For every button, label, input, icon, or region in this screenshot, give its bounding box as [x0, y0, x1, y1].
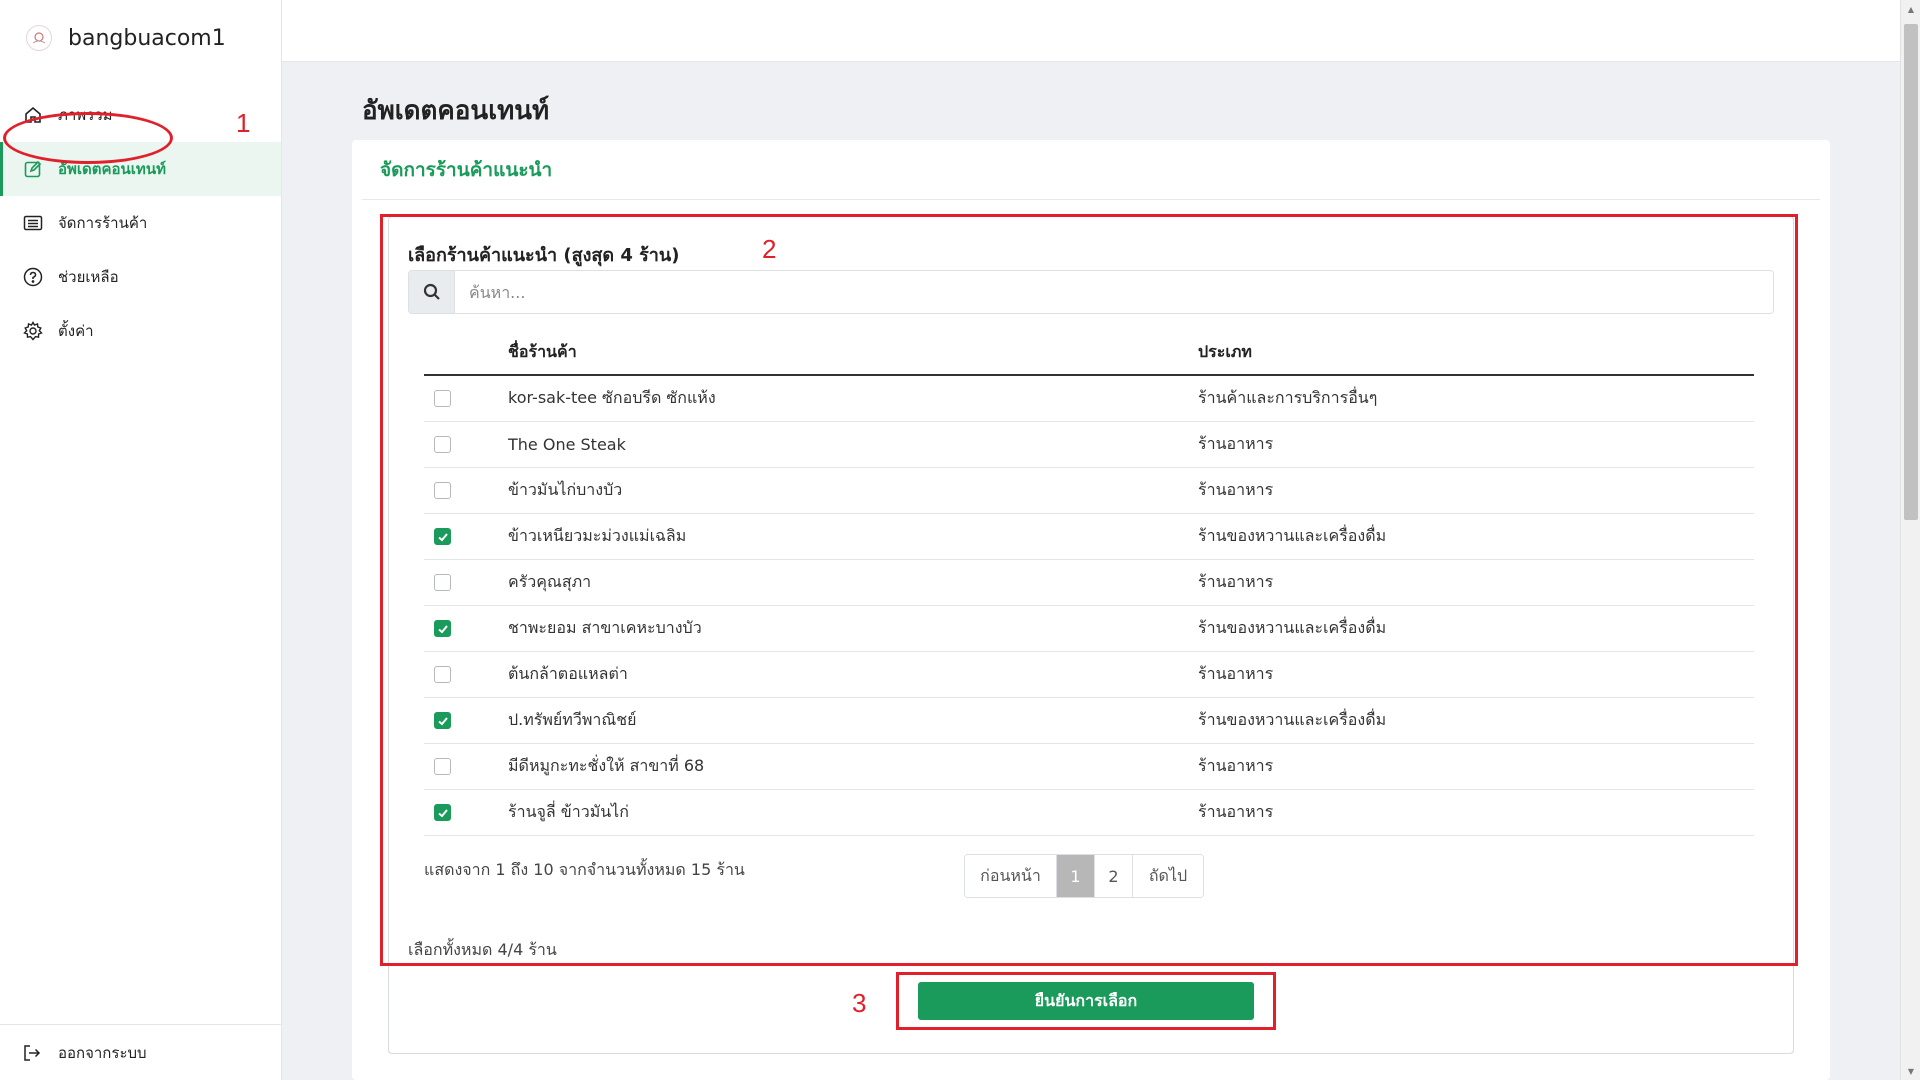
- brand-name: bangbuacom1: [68, 25, 226, 51]
- annotation-step-3: 3: [852, 988, 867, 1018]
- list-icon: [22, 212, 44, 234]
- help-icon: [22, 266, 44, 288]
- sidebar-item-label: ตั้งค่า: [58, 322, 94, 340]
- brand[interactable]: bangbuacom1: [0, 0, 281, 76]
- scroll-up-icon[interactable]: ▲: [1901, 0, 1920, 18]
- sidebar-item-label: จัดการร้านค้า: [58, 214, 148, 232]
- annotation-step-1: 1: [236, 108, 251, 138]
- scroll-thumb[interactable]: [1904, 24, 1918, 520]
- scroll-down-icon[interactable]: ▼: [1901, 1062, 1920, 1080]
- brand-logo-icon: [26, 25, 52, 51]
- annotation-step-2: 2: [762, 234, 777, 264]
- top-bar: [282, 0, 1900, 62]
- edit-icon: [22, 158, 44, 180]
- logout-label: ออกจากระบบ: [58, 1043, 147, 1062]
- logout-button[interactable]: ออกจากระบบ: [0, 1024, 281, 1080]
- sidebar-item-settings[interactable]: ตั้งค่า: [0, 304, 281, 358]
- annotation-box-3: [896, 972, 1276, 1030]
- page-scrollbar[interactable]: ▲ ▼: [1900, 0, 1920, 1080]
- sidebar-item-manage-shops[interactable]: จัดการร้านค้า: [0, 196, 281, 250]
- annotation-box-2: [380, 214, 1798, 966]
- logout-icon: [22, 1042, 44, 1064]
- sidebar-item-label: ช่วยเหลือ: [58, 268, 119, 286]
- gear-icon: [22, 320, 44, 342]
- sidebar: bangbuacom1 ภาพรวม อัพเดตคอนเทนท์ จัดการ…: [0, 0, 282, 1080]
- annotation-ellipse-1: [3, 112, 173, 164]
- sidebar-item-help[interactable]: ช่วยเหลือ: [0, 250, 281, 304]
- page-title: อัพเดตคอนเทนท์: [362, 96, 550, 126]
